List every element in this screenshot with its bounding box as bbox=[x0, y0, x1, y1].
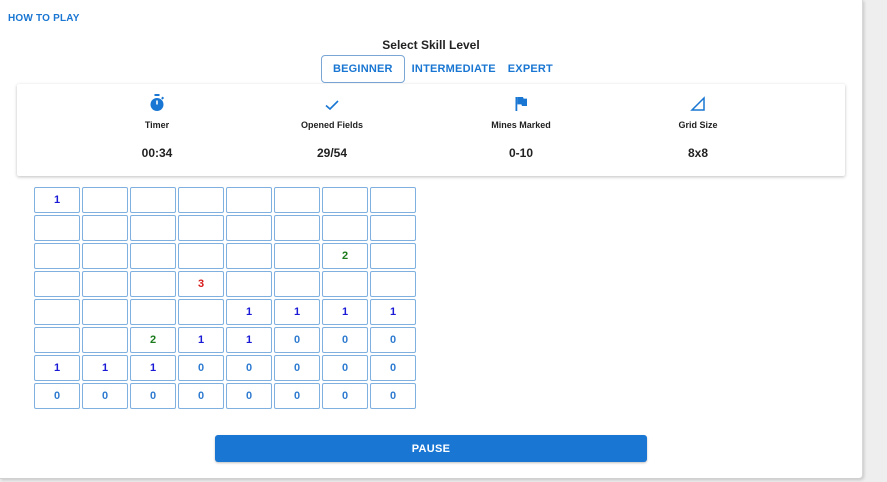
board-cell[interactable] bbox=[226, 215, 272, 241]
flag-icon bbox=[461, 84, 581, 112]
board-cell[interactable] bbox=[226, 271, 272, 297]
minesweeper-board: 12311112110001110000000000000 bbox=[34, 187, 416, 409]
timer-stat: Timer 00:34 bbox=[97, 84, 217, 160]
board-cell[interactable] bbox=[82, 327, 128, 353]
board-cell[interactable] bbox=[226, 243, 272, 269]
board-cell[interactable]: 0 bbox=[274, 327, 320, 353]
board-cell[interactable]: 1 bbox=[274, 299, 320, 325]
board-cell[interactable]: 0 bbox=[370, 327, 416, 353]
mines-marked-value: 0-10 bbox=[508, 146, 534, 160]
skill-level-selector: BEGINNER INTERMEDIATE EXPERT bbox=[321, 55, 559, 83]
board-cell[interactable] bbox=[34, 243, 80, 269]
skill-level-title: Select Skill Level bbox=[382, 38, 480, 52]
board-cell[interactable]: 3 bbox=[178, 271, 224, 297]
board-cell[interactable] bbox=[178, 215, 224, 241]
board-cell[interactable]: 1 bbox=[178, 327, 224, 353]
board-cell[interactable] bbox=[130, 187, 176, 213]
board-cell[interactable] bbox=[178, 187, 224, 213]
board-cell[interactable] bbox=[82, 187, 128, 213]
board-cell[interactable]: 1 bbox=[34, 187, 80, 213]
mines-marked-label: Mines Marked bbox=[491, 120, 551, 130]
board-cell[interactable]: 1 bbox=[226, 327, 272, 353]
grid-size-value: 8x8 bbox=[687, 146, 709, 160]
board-cell[interactable]: 0 bbox=[226, 383, 272, 409]
board-cell[interactable] bbox=[34, 215, 80, 241]
board-cell[interactable]: 1 bbox=[82, 355, 128, 381]
board-cell[interactable] bbox=[178, 299, 224, 325]
board-cell[interactable] bbox=[370, 271, 416, 297]
board-cell[interactable]: 0 bbox=[178, 355, 224, 381]
board-cell[interactable]: 1 bbox=[322, 299, 368, 325]
board-cell[interactable]: 0 bbox=[82, 383, 128, 409]
board-cell[interactable]: 0 bbox=[226, 355, 272, 381]
board-cell[interactable]: 2 bbox=[130, 327, 176, 353]
stopwatch-icon bbox=[97, 84, 217, 112]
board-cell[interactable] bbox=[34, 327, 80, 353]
board-cell[interactable] bbox=[370, 243, 416, 269]
timer-label: Timer bbox=[144, 120, 170, 130]
board-cell[interactable]: 0 bbox=[370, 383, 416, 409]
intermediate-button[interactable]: INTERMEDIATE bbox=[406, 56, 502, 82]
stats-card: Timer 00:34 Opened Fields 29/54 Mines Ma… bbox=[17, 84, 845, 176]
board-cell[interactable] bbox=[274, 187, 320, 213]
board-cell[interactable] bbox=[274, 243, 320, 269]
board-cell[interactable] bbox=[274, 271, 320, 297]
board-cell[interactable]: 0 bbox=[274, 355, 320, 381]
grid-size-label: Grid Size bbox=[678, 120, 718, 130]
board-cell[interactable] bbox=[130, 271, 176, 297]
board-cell[interactable]: 0 bbox=[178, 383, 224, 409]
board-cell[interactable]: 0 bbox=[322, 383, 368, 409]
opened-fields-value: 29/54 bbox=[316, 146, 348, 160]
board-cell[interactable] bbox=[82, 271, 128, 297]
board-cell[interactable] bbox=[322, 215, 368, 241]
mines-marked-stat: Mines Marked 0-10 bbox=[461, 84, 581, 160]
board-cell[interactable] bbox=[82, 243, 128, 269]
board-cell[interactable] bbox=[34, 271, 80, 297]
beginner-button[interactable]: BEGINNER bbox=[321, 55, 405, 83]
board-cell[interactable] bbox=[370, 215, 416, 241]
pause-button[interactable]: PAUSE bbox=[215, 435, 647, 462]
board-cell[interactable] bbox=[130, 299, 176, 325]
check-icon bbox=[272, 84, 392, 112]
board-cell[interactable]: 1 bbox=[370, 299, 416, 325]
opened-fields-label: Opened Fields bbox=[300, 120, 363, 130]
how-to-play-link[interactable]: HOW TO PLAY bbox=[8, 13, 80, 24]
board-cell[interactable] bbox=[178, 243, 224, 269]
board-cell[interactable] bbox=[322, 271, 368, 297]
board-cell[interactable] bbox=[82, 215, 128, 241]
board-cell[interactable] bbox=[322, 187, 368, 213]
game-panel: HOW TO PLAY Select Skill Level BEGINNER … bbox=[0, 0, 863, 479]
board-cell[interactable] bbox=[82, 299, 128, 325]
board-cell[interactable]: 2 bbox=[322, 243, 368, 269]
board-cell[interactable]: 0 bbox=[322, 327, 368, 353]
board-cell[interactable]: 1 bbox=[226, 299, 272, 325]
board-cell[interactable] bbox=[130, 215, 176, 241]
opened-fields-stat: Opened Fields 29/54 bbox=[272, 84, 392, 160]
board-cell[interactable] bbox=[370, 187, 416, 213]
board-cell[interactable]: 0 bbox=[322, 355, 368, 381]
board-cell[interactable] bbox=[226, 187, 272, 213]
board-cell[interactable] bbox=[274, 215, 320, 241]
triangle-ruler-icon bbox=[638, 84, 758, 112]
expert-button[interactable]: EXPERT bbox=[502, 56, 559, 82]
board-cell[interactable]: 0 bbox=[130, 383, 176, 409]
board-cell[interactable]: 0 bbox=[34, 383, 80, 409]
board-cell[interactable]: 1 bbox=[34, 355, 80, 381]
board-cell[interactable] bbox=[130, 243, 176, 269]
grid-size-stat: Grid Size 8x8 bbox=[638, 84, 758, 160]
board-cell[interactable] bbox=[34, 299, 80, 325]
timer-value: 00:34 bbox=[141, 146, 173, 160]
board-cell[interactable]: 0 bbox=[370, 355, 416, 381]
board-cell[interactable]: 1 bbox=[130, 355, 176, 381]
board-cell[interactable]: 0 bbox=[274, 383, 320, 409]
